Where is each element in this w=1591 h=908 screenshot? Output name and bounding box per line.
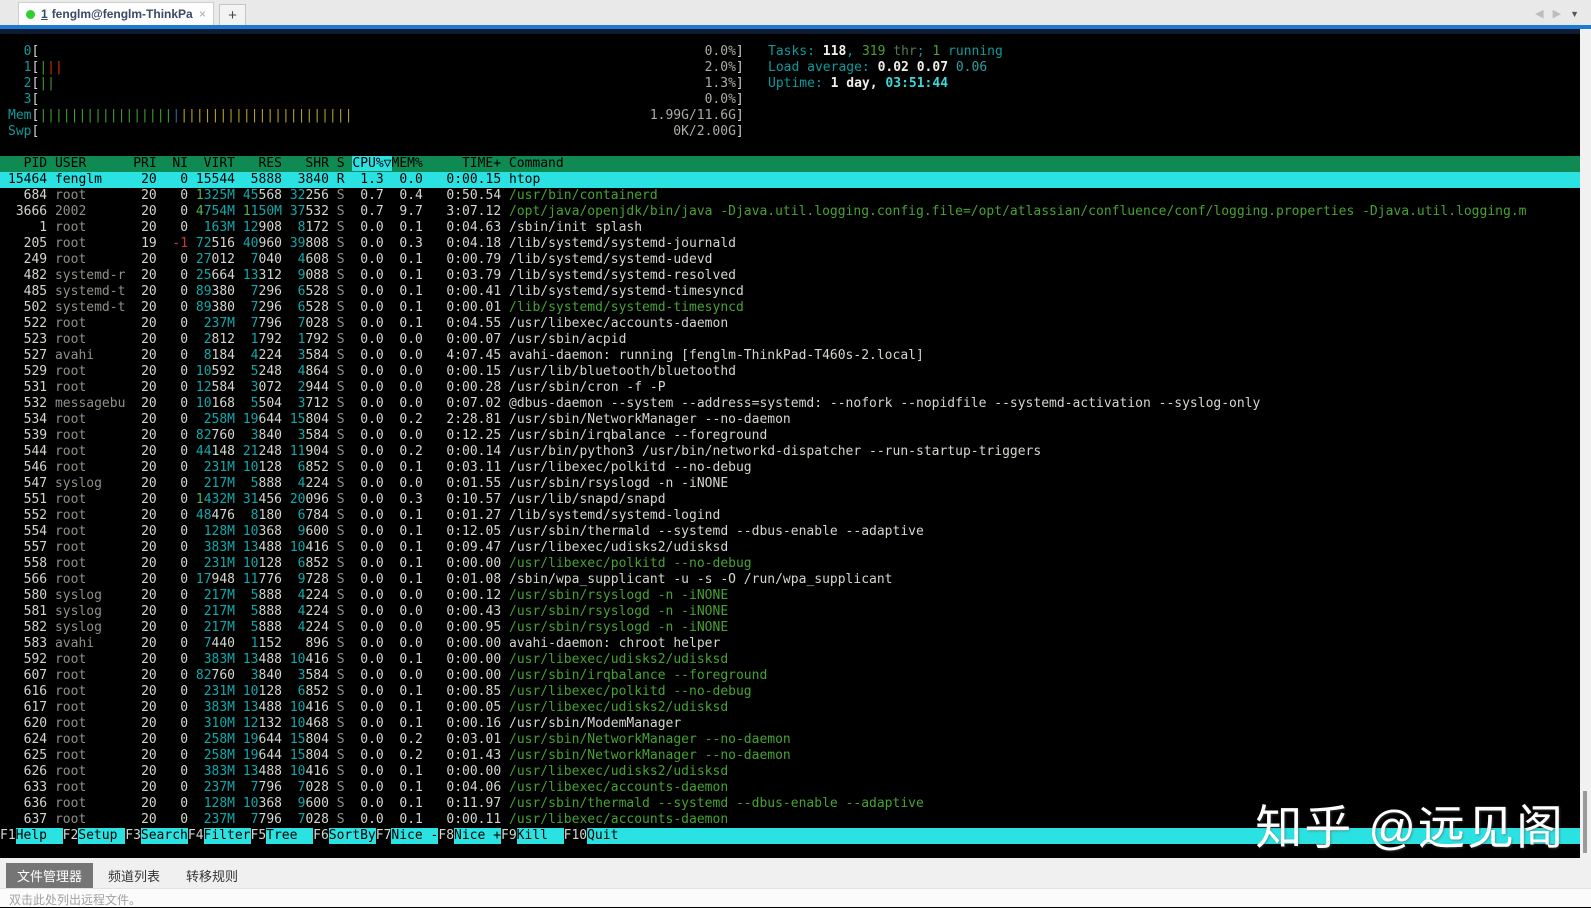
fkey-f5-tree[interactable]: F5 Tree (251, 828, 314, 844)
function-bar-fill (634, 828, 1580, 844)
cpu-meter-3: 3[ 0.0%] (8, 92, 744, 107)
process-row[interactable]: 582 syslog 20 0 217M 5888 4224 S 0.0 0.0… (0, 620, 1580, 636)
process-row[interactable]: 625 root 20 0 258M 19644 15804 S 0.0 0.2… (0, 748, 1580, 764)
fkey-f7-nice-[interactable]: F7 Nice - (376, 828, 439, 844)
terminal-top-edge (0, 29, 1580, 34)
bottom-tab-item[interactable]: 频道列表 (97, 863, 171, 888)
terminal-tab[interactable]: 1fenglm@fenglm-ThinkPad... × (18, 2, 214, 25)
scrollbar-thumb[interactable] (1583, 791, 1587, 853)
process-row[interactable]: 552 root 20 0 48476 8180 6784 S 0.0 0.1 … (0, 508, 1580, 524)
sort-column-cpu[interactable]: CPU%▽ (352, 156, 392, 171)
tab-title-text: fenglm@fenglm-ThinkPad... (51, 7, 193, 21)
process-row[interactable]: 616 root 20 0 231M 10128 6852 S 0.0 0.1 … (0, 684, 1580, 700)
bottom-tab-item[interactable]: 转移规则 (175, 863, 249, 888)
fkey-f10-quit[interactable]: F10 Quit (564, 828, 635, 844)
process-row[interactable]: 205 root 19 -1 72516 40960 39808 S 0.0 0… (0, 236, 1580, 252)
tasks-summary: Tasks: 118, 319 thr; 1 running (768, 44, 1003, 59)
process-row[interactable]: 15464 fenglm 20 0 15544 5888 3840 R 1.3 … (0, 172, 1580, 188)
fkey-f1-help[interactable]: F1 Help (0, 828, 63, 844)
tab-nav-controls: ◀ ▶ ▼ (1535, 7, 1591, 25)
tab-scroll-right-icon[interactable]: ▶ (1553, 7, 1561, 20)
connection-status-dot (26, 9, 35, 19)
process-row[interactable]: 558 root 20 0 231M 10128 6852 S 0.0 0.1 … (0, 556, 1580, 572)
bottom-tab-selected[interactable]: 文件管理器 (6, 863, 94, 888)
process-row[interactable]: 523 root 20 0 2812 1792 1792 S 0.0 0.0 0… (0, 332, 1580, 348)
tab-close-icon[interactable]: × (199, 7, 206, 21)
process-row[interactable]: 485 systemd-t 20 0 89380 7296 6528 S 0.0… (0, 284, 1580, 300)
tab-title: 1fenglm@fenglm-ThinkPad... (41, 7, 193, 21)
process-row[interactable]: 557 root 20 0 383M 13488 10416 S 0.0 0.1… (0, 540, 1580, 556)
process-row[interactable]: 636 root 20 0 128M 10368 9600 S 0.0 0.1 … (0, 796, 1580, 812)
terminal-screen[interactable]: Tasks: 118, 319 thr; 1 running Load avera… (0, 29, 1580, 858)
process-row[interactable]: 532 messagebu 20 0 10168 5504 3712 S 0.0… (0, 396, 1580, 412)
spacer-line (0, 140, 1580, 156)
process-row[interactable]: 527 avahi 20 0 8184 4224 3584 S 0.0 0.0 … (0, 348, 1580, 364)
process-row[interactable]: 1 root 20 0 163M 12908 8172 S 0.0 0.1 0:… (0, 220, 1580, 236)
function-key-bar: F1 Help F2 Setup F3 Search F4 Filter F5 Tree F6… (0, 828, 1580, 844)
process-row[interactable]: 249 root 20 0 27012 7040 4608 S 0.0 0.1 … (0, 252, 1580, 268)
process-row[interactable]: 637 root 20 0 237M 7796 7028 S 0.0 0.1 0… (0, 812, 1580, 828)
uptime: Uptime: 1 day, 03:51:44 (768, 76, 949, 91)
process-row[interactable]: 580 syslog 20 0 217M 5888 4224 S 0.0 0.0… (0, 588, 1580, 604)
process-row[interactable]: 620 root 20 0 310M 12132 10468 S 0.0 0.1… (0, 716, 1580, 732)
process-row[interactable]: 626 root 20 0 383M 13488 10416 S 0.0 0.1… (0, 764, 1580, 780)
process-row[interactable]: 547 syslog 20 0 217M 5888 4224 S 0.0 0.0… (0, 476, 1580, 492)
process-row[interactable]: 583 avahi 20 0 7440 1152 896 S 0.0 0.0 0… (0, 636, 1580, 652)
process-row[interactable]: 633 root 20 0 237M 7796 7028 S 0.0 0.1 0… (0, 780, 1580, 796)
fkey-f2-setup[interactable]: F2 Setup (63, 828, 126, 844)
process-row[interactable]: 3666 2002 20 0 4754M 1150M 37532 S 0.7 9… (0, 204, 1580, 220)
tab-index: 1 (41, 7, 48, 21)
process-row[interactable]: 546 root 20 0 231M 10128 6852 S 0.0 0.1 … (0, 460, 1580, 476)
process-row[interactable]: 592 root 20 0 383M 13488 10416 S 0.0 0.1… (0, 652, 1580, 668)
status-bar[interactable]: 双击此处列出远程文件。 (0, 889, 1591, 908)
fkey-f8-nice+[interactable]: F8 Nice + (438, 828, 501, 844)
fkey-f6-sortby[interactable]: F6 SortBy (313, 828, 376, 844)
process-row[interactable]: 544 root 20 0 44148 21248 11904 S 0.0 0.… (0, 444, 1580, 460)
app-window: { "window": { "tab_index": "1", "tab_tit… (0, 0, 1591, 907)
process-row[interactable]: 554 root 20 0 128M 10368 9600 S 0.0 0.1 … (0, 524, 1580, 540)
process-row[interactable]: 566 root 20 0 17948 11776 9728 S 0.0 0.1… (0, 572, 1580, 588)
tab-scroll-left-icon[interactable]: ◀ (1535, 7, 1543, 20)
process-table-header: PID USER PRI NI VIRT RES SHR S CPU%▽MEM%… (0, 156, 1580, 172)
process-row[interactable]: 607 root 20 0 82760 3840 3584 S 0.0 0.0 … (0, 668, 1580, 684)
process-row[interactable]: 502 systemd-t 20 0 89380 7296 6528 S 0.0… (0, 300, 1580, 316)
process-row[interactable]: 482 systemd-r 20 0 25664 13312 9088 S 0.… (0, 268, 1580, 284)
fkey-f4-filter[interactable]: F4 Filter (188, 828, 251, 844)
process-row[interactable]: 534 root 20 0 258M 19644 15804 S 0.0 0.2… (0, 412, 1580, 428)
terminal-scrollbar[interactable] (1580, 29, 1591, 858)
new-tab-button[interactable]: + (219, 4, 246, 25)
bottom-panel: 文件管理器 频道列表 转移规则 双击此处列出远程文件。 (0, 858, 1591, 907)
process-row[interactable]: 581 syslog 20 0 217M 5888 4224 S 0.0 0.0… (0, 604, 1580, 620)
fkey-f3-search[interactable]: F3 Search (125, 828, 188, 844)
process-row[interactable]: 551 root 20 0 1432M 31456 20096 S 0.0 0.… (0, 492, 1580, 508)
process-row[interactable]: 617 root 20 0 383M 13488 10416 S 0.0 0.1… (0, 700, 1580, 716)
process-row[interactable]: 539 root 20 0 82760 3840 3584 S 0.0 0.0 … (0, 428, 1580, 444)
process-row[interactable]: 531 root 20 0 12584 3072 2944 S 0.0 0.0 … (0, 380, 1580, 396)
bottom-tab-bar: 文件管理器 频道列表 转移规则 (0, 858, 1591, 889)
fkey-f9-kill[interactable]: F9 Kill (501, 828, 564, 844)
tab-list-dropdown-icon[interactable]: ▼ (1570, 9, 1579, 19)
swp-meter: Swp[ 0K/2.00G] (8, 124, 744, 139)
process-row[interactable]: 529 root 20 0 10592 5248 4864 S 0.0 0.0 … (0, 364, 1580, 380)
process-row[interactable]: 624 root 20 0 258M 19644 15804 S 0.0 0.2… (0, 732, 1580, 748)
htop-summary-panel: Tasks: 118, 319 thr; 1 running Load avera… (768, 44, 1003, 92)
tab-bar: 1fenglm@fenglm-ThinkPad... × + ◀ ▶ ▼ (0, 0, 1591, 25)
process-row[interactable]: 522 root 20 0 237M 7796 7028 S 0.0 0.1 0… (0, 316, 1580, 332)
process-row[interactable]: 684 root 20 0 1325M 45568 32256 S 0.7 0.… (0, 188, 1580, 204)
load-average: Load average: 0.02 0.07 0.06 (768, 60, 988, 75)
mem-meter: Mem[||||||||||||||||||||||||||||||||||||… (8, 108, 744, 123)
